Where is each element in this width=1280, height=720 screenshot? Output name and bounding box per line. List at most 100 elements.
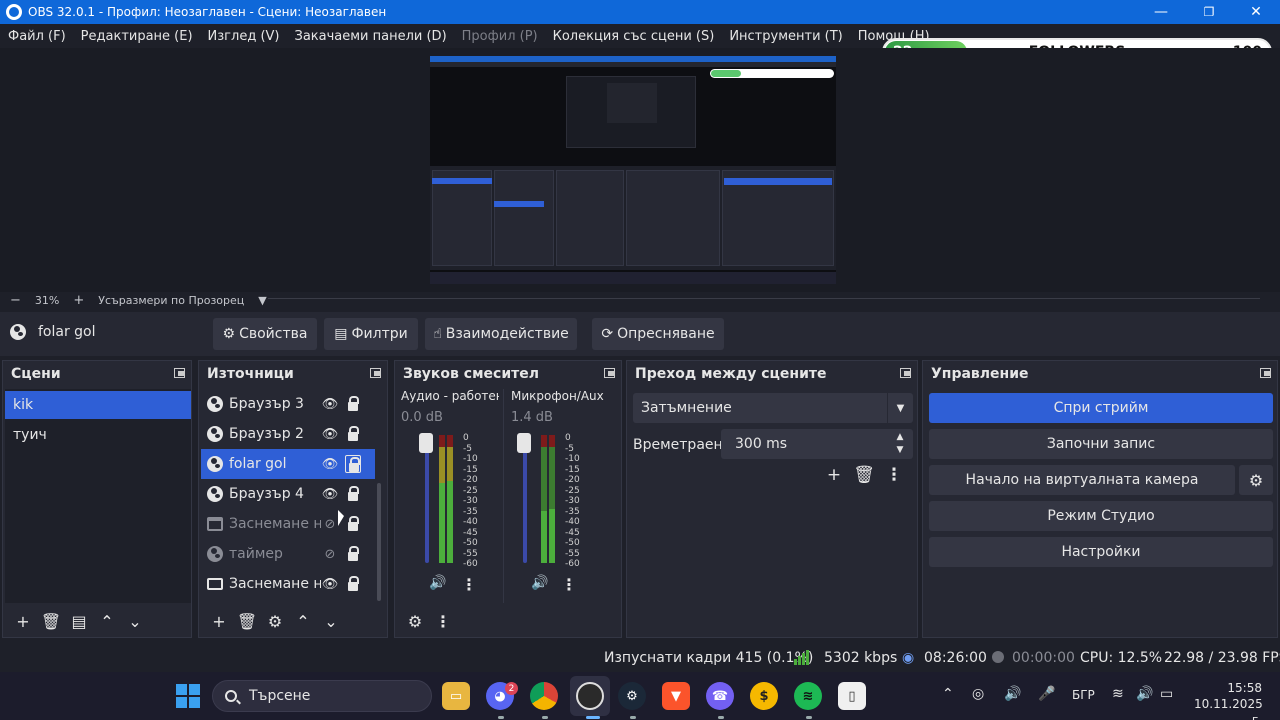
- brave-icon[interactable]: ▼: [662, 682, 690, 710]
- more-options-icon[interactable]: ⋮: [461, 575, 477, 594]
- lock-icon[interactable]: [345, 425, 361, 443]
- lock-icon[interactable]: [345, 545, 361, 563]
- lock-icon[interactable]: [345, 455, 361, 473]
- source-item[interactable]: Браузър 3 👁: [201, 389, 375, 419]
- preview-scrollbar[interactable]: [268, 298, 1260, 299]
- transition-menu-icon[interactable]: ⋮: [879, 465, 909, 485]
- eye-icon[interactable]: 👁: [321, 576, 339, 592]
- taskbar-search[interactable]: Търсене: [212, 680, 432, 712]
- close-button[interactable]: ✕: [1233, 0, 1279, 24]
- eye-icon[interactable]: 👁: [321, 486, 339, 502]
- zoom-in-button[interactable]: +: [73, 293, 84, 308]
- lock-icon[interactable]: [345, 515, 361, 533]
- volume-slider-handle[interactable]: [419, 433, 433, 453]
- file-explorer-icon[interactable]: ▭: [442, 682, 470, 710]
- volume-tray-icon[interactable]: 🔊: [1004, 686, 1021, 702]
- mixer-menu-icon[interactable]: ⋮: [429, 608, 457, 634]
- scene-item[interactable]: туич: [5, 421, 191, 449]
- stop-stream-button[interactable]: Спри стрийм: [929, 393, 1273, 423]
- lock-icon[interactable]: [345, 395, 361, 413]
- more-options-icon[interactable]: ⋮: [561, 575, 577, 594]
- advanced-audio-icon[interactable]: ⚙: [401, 608, 429, 634]
- undock-icon[interactable]: [174, 368, 185, 378]
- volume-slider-track[interactable]: [425, 435, 429, 563]
- start-record-button[interactable]: Започни запис: [929, 429, 1273, 459]
- menu-docks[interactable]: Закачаеми панели (D): [294, 29, 446, 44]
- source-item[interactable]: Заснемане на 👁: [201, 569, 375, 599]
- undock-icon[interactable]: [604, 368, 615, 378]
- viber-icon[interactable]: ☎: [706, 682, 734, 710]
- duration-input[interactable]: 300 ms ▲ ▼: [721, 429, 913, 459]
- menu-tools[interactable]: Инструменти (T): [729, 29, 842, 44]
- undock-icon[interactable]: [900, 368, 911, 378]
- eye-icon[interactable]: 👁: [321, 396, 339, 412]
- move-up-icon[interactable]: ⌃: [289, 608, 317, 634]
- spin-buttons[interactable]: ▲ ▼: [887, 429, 913, 459]
- scene-filters-icon[interactable]: ▤: [65, 608, 93, 634]
- delete-transition-icon[interactable]: 🗑: [849, 465, 879, 485]
- eye-hidden-icon[interactable]: ⊘: [321, 546, 339, 562]
- refresh-button[interactable]: ⟳ Опресняване: [592, 318, 724, 350]
- studio-mode-button[interactable]: Режим Студио: [929, 501, 1273, 531]
- menu-scene-collection[interactable]: Колекция със сцени (S): [553, 29, 715, 44]
- preview-canvas[interactable]: [430, 56, 836, 284]
- source-properties-icon[interactable]: ⚙: [261, 608, 289, 634]
- menu-view[interactable]: Изглед (V): [208, 29, 280, 44]
- preview-area[interactable]: [0, 48, 1280, 292]
- chrome-icon[interactable]: [530, 682, 558, 710]
- interact-button[interactable]: ☝ Взаимодействие: [425, 318, 577, 350]
- battery-icon[interactable]: ▭: [1160, 686, 1173, 702]
- zoom-out-button[interactable]: −: [10, 293, 21, 308]
- add-source-icon[interactable]: +: [205, 608, 233, 634]
- eye-hidden-icon[interactable]: ⊘: [321, 516, 339, 532]
- steam-icon[interactable]: ⚙: [618, 682, 646, 710]
- source-item[interactable]: Браузър 2 👁: [201, 419, 375, 449]
- maximize-button[interactable]: ❐: [1186, 0, 1232, 24]
- add-transition-icon[interactable]: +: [819, 465, 849, 485]
- source-item[interactable]: Заснемане на ⊘: [201, 509, 375, 539]
- speaker-icon[interactable]: 🔊: [531, 575, 548, 591]
- scene-item[interactable]: kik: [5, 391, 191, 419]
- eye-icon[interactable]: 👁: [321, 426, 339, 442]
- microphone-icon[interactable]: 🎤: [1038, 686, 1055, 702]
- settings-button[interactable]: Настройки: [929, 537, 1273, 567]
- source-list-scrollbar[interactable]: [377, 483, 381, 601]
- source-item[interactable]: Браузър 4 👁: [201, 479, 375, 509]
- wifi-icon[interactable]: ≋: [1112, 686, 1124, 702]
- filters-button[interactable]: ▤ Филтри: [324, 318, 418, 350]
- add-scene-icon[interactable]: +: [9, 608, 37, 634]
- windows-start-icon[interactable]: [176, 684, 200, 708]
- eye-icon[interactable]: 👁: [321, 456, 339, 472]
- volume-slider-track[interactable]: [523, 435, 527, 563]
- file-icon[interactable]: ▯: [838, 682, 866, 710]
- virtual-camera-settings-button[interactable]: ⚙: [1239, 465, 1273, 495]
- coin-app-icon[interactable]: $: [750, 682, 778, 710]
- spotify-icon[interactable]: ≋: [794, 682, 822, 710]
- undock-icon[interactable]: [370, 368, 381, 378]
- transition-select[interactable]: Затъмнение ▼: [633, 393, 913, 423]
- speaker-icon[interactable]: 🔊: [1136, 686, 1153, 702]
- source-item[interactable]: folar gol 👁: [201, 449, 375, 479]
- menu-file[interactable]: Файл (F): [8, 29, 66, 44]
- source-item[interactable]: таймер ⊘: [201, 539, 375, 569]
- properties-button[interactable]: ⚙ Свойства: [213, 318, 317, 350]
- lock-icon[interactable]: [345, 575, 361, 593]
- undock-icon[interactable]: [1260, 368, 1271, 378]
- delete-source-icon[interactable]: 🗑: [233, 608, 261, 634]
- language-indicator[interactable]: БГР: [1072, 688, 1095, 702]
- chevron-up-icon[interactable]: ⌃: [942, 686, 954, 702]
- delete-scene-icon[interactable]: 🗑: [37, 608, 65, 634]
- scale-mode-dropdown-icon[interactable]: ▼: [258, 294, 266, 307]
- tray-app-icon[interactable]: ◎: [972, 686, 984, 702]
- lock-icon[interactable]: [345, 485, 361, 503]
- menu-edit[interactable]: Редактиране (E): [81, 29, 193, 44]
- move-down-icon[interactable]: ⌄: [317, 608, 345, 634]
- scale-mode-label[interactable]: Усъразмери по Прозорец: [98, 294, 244, 307]
- speaker-icon[interactable]: 🔊: [429, 575, 446, 591]
- move-up-icon[interactable]: ⌃: [93, 608, 121, 634]
- minimize-button[interactable]: —: [1138, 0, 1184, 24]
- virtual-camera-button[interactable]: Начало на виртуалната камера: [929, 465, 1235, 495]
- volume-slider-handle[interactable]: [517, 433, 531, 453]
- system-clock[interactable]: 15:58 10.11.2025 г.: [1194, 680, 1263, 720]
- obs-icon[interactable]: [576, 682, 604, 710]
